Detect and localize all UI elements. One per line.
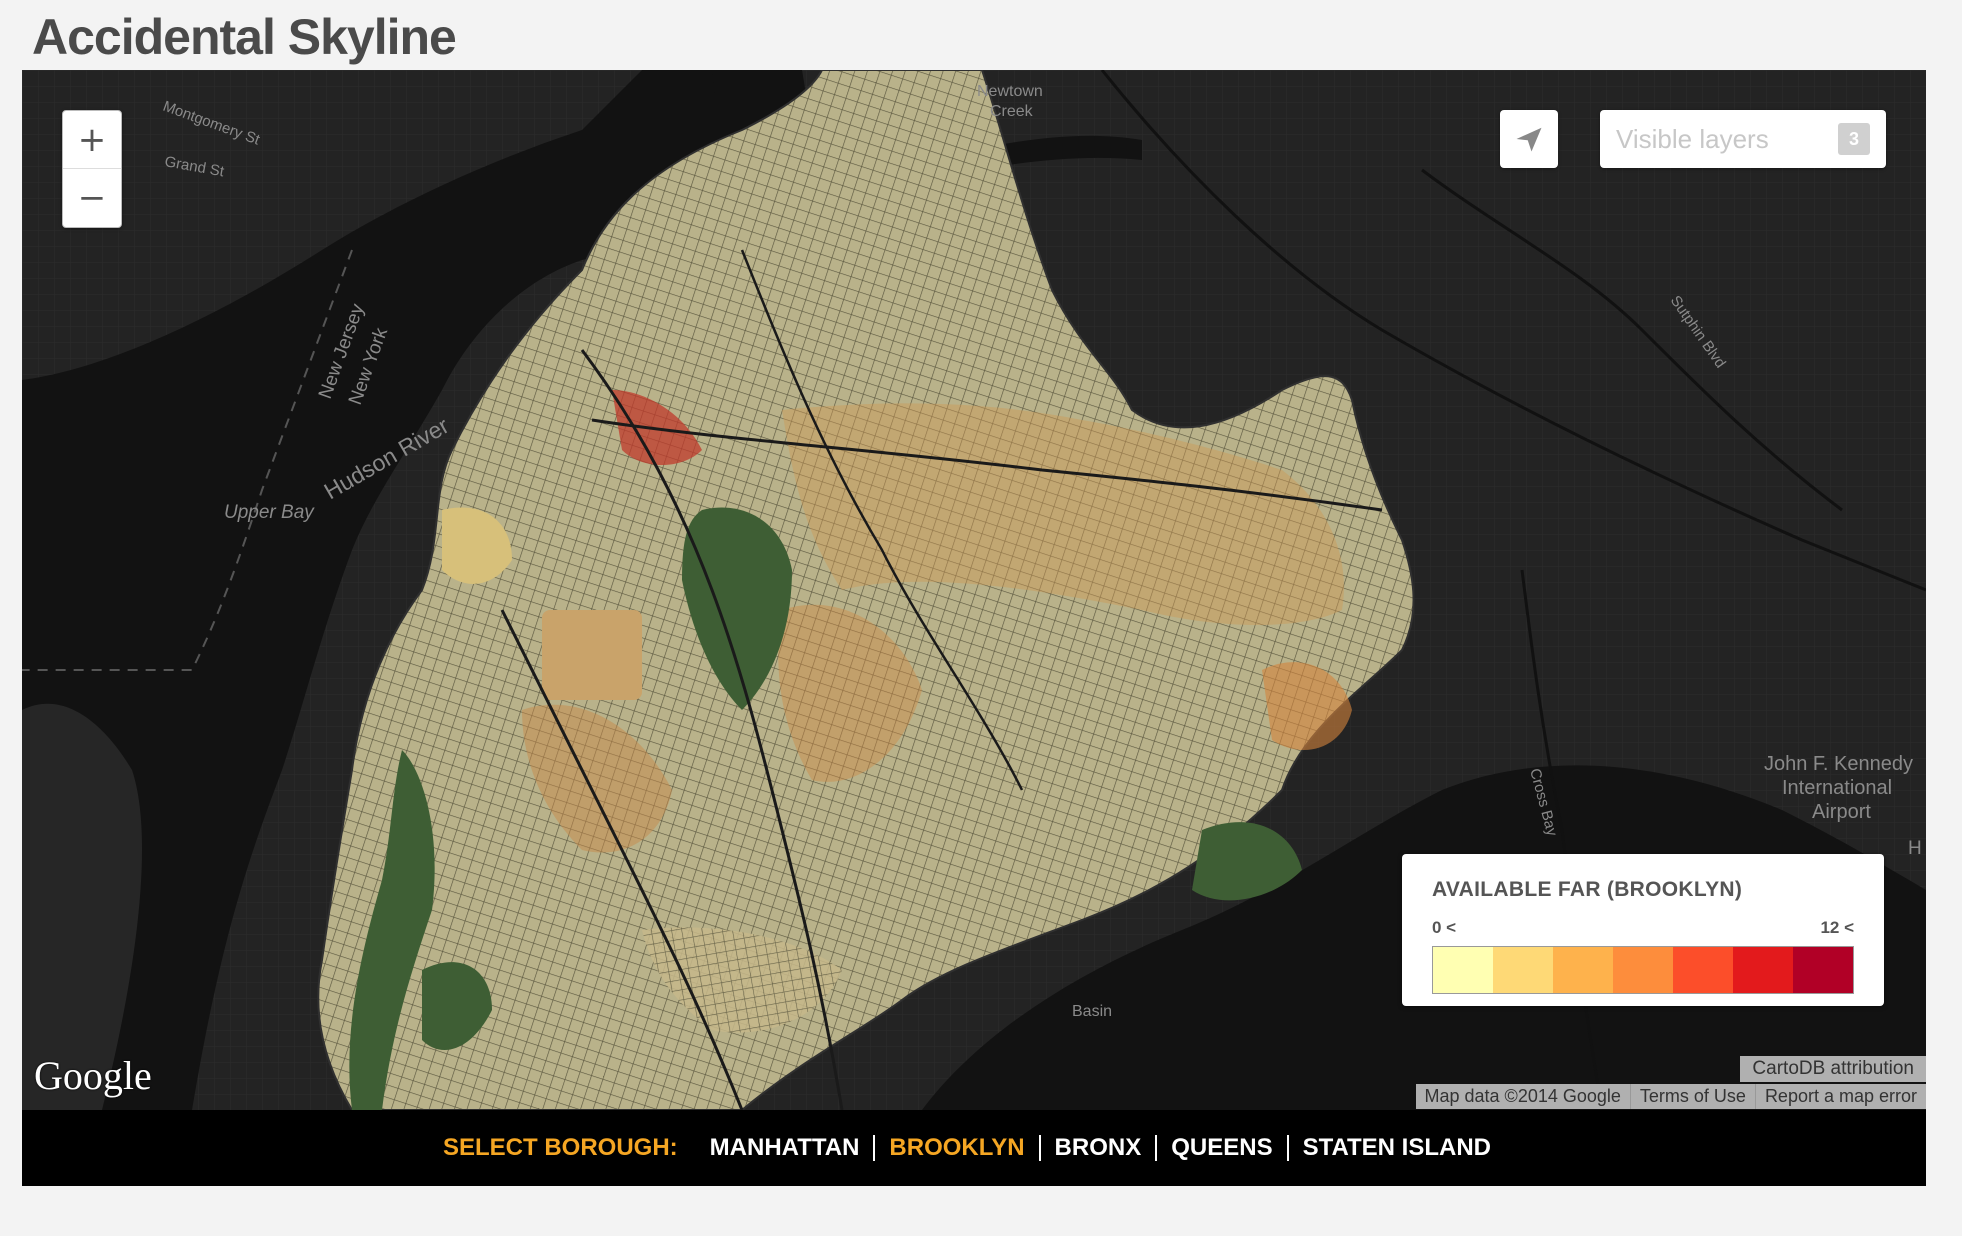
borough-bronx[interactable]: BRONX [1038, 1135, 1156, 1161]
terms-of-use-link[interactable]: Terms of Use [1629, 1084, 1755, 1109]
map-credits: Map data ©2014 Google Terms of Use Repor… [1415, 1084, 1926, 1109]
borough-selector: SELECT BOROUGH: MANHATTAN BROOKLYN BRONX… [22, 1110, 1926, 1186]
cartodb-attribution[interactable]: CartoDB attribution [1740, 1056, 1926, 1082]
map-label-basin: Basin [1072, 1003, 1112, 1020]
paper-plane-icon [1516, 127, 1542, 152]
legend-swatch-2 [1493, 947, 1553, 993]
zoom-in-button[interactable]: + [63, 111, 121, 169]
visible-layers-count: 3 [1838, 123, 1870, 155]
visible-layers-selector[interactable]: Visible layers 3 [1600, 110, 1886, 168]
map-data-credit: Map data ©2014 Google [1424, 1086, 1621, 1106]
map-label-jfk-1: John F. Kennedy [1764, 753, 1913, 775]
legend-color-bar [1432, 946, 1854, 994]
page: Accidental Skyline Montgomery St Grand S… [0, 0, 1962, 1236]
map-label-jfk-2: International [1782, 777, 1892, 799]
borough-selector-label: SELECT BOROUGH: [442, 1134, 678, 1161]
legend: AVAILABLE FAR (BROOKLYN) 0 < 12 < [1402, 854, 1884, 1006]
legend-max-label: 12 < [1820, 918, 1854, 937]
map-canvas[interactable]: Montgomery St Grand St Newtown Creek New… [22, 70, 1926, 1110]
report-map-error-link[interactable]: Report a map error [1754, 1084, 1926, 1109]
zoom-out-button[interactable]: − [63, 169, 121, 226]
legend-title: AVAILABLE FAR (BROOKLYN) [1432, 878, 1743, 901]
legend-swatch-7 [1793, 947, 1853, 993]
borough-manhattan[interactable]: MANHATTAN [696, 1135, 874, 1161]
map-label-newtown: Newtown [977, 83, 1043, 100]
legend-swatch-3 [1553, 947, 1613, 993]
map-label-edge-h: H [1908, 838, 1922, 859]
legend-swatch-1 [1433, 947, 1493, 993]
borough-staten-island[interactable]: STATEN ISLAND [1286, 1135, 1505, 1161]
google-logo[interactable]: Google [34, 1052, 152, 1099]
map-label-jfk-3: Airport [1812, 801, 1871, 823]
visible-layers-label: Visible layers [1616, 123, 1769, 154]
page-title: Accidental Skyline [32, 9, 457, 65]
legend-swatch-6 [1733, 947, 1793, 993]
map-label-creek: Creek [990, 103, 1034, 120]
legend-min-label: 0 < [1432, 918, 1457, 937]
borough-brooklyn[interactable]: BROOKLYN [873, 1135, 1038, 1161]
legend-swatch-5 [1673, 947, 1733, 993]
zoom-control: + − [62, 110, 122, 228]
legend-swatch-4 [1613, 947, 1673, 993]
legend-range: 0 < 12 < [1432, 918, 1854, 938]
park-greenwood [542, 610, 642, 700]
share-button[interactable] [1500, 110, 1558, 168]
map-label-upper-bay: Upper Bay [224, 502, 315, 523]
borough-queens[interactable]: QUEENS [1155, 1135, 1286, 1161]
